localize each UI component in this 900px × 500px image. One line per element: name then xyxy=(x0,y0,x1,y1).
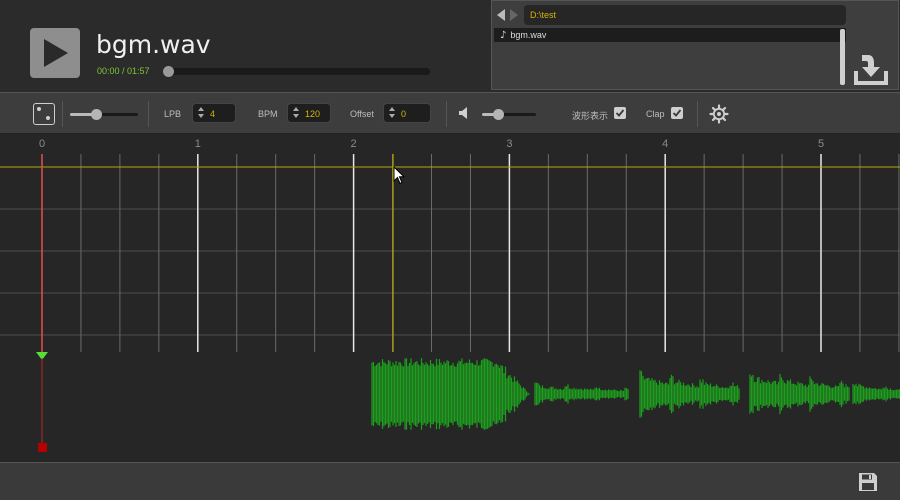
increment-icon[interactable] xyxy=(389,107,395,111)
clap-label: Clap xyxy=(646,109,665,119)
zoom-slider-knob[interactable] xyxy=(91,109,102,120)
bpm-label: BPM xyxy=(258,109,278,119)
decrement-icon[interactable] xyxy=(389,114,395,118)
decrement-icon[interactable] xyxy=(293,114,299,118)
seek-bar[interactable] xyxy=(163,66,430,77)
dice-dot xyxy=(46,116,50,120)
directory-path[interactable]: D:\test xyxy=(524,5,846,25)
play-button[interactable] xyxy=(30,28,80,78)
checkmark-icon xyxy=(615,109,625,117)
import-icon xyxy=(854,55,888,85)
seek-knob[interactable] xyxy=(163,66,174,77)
volume-slider[interactable] xyxy=(482,109,536,120)
file-list-item[interactable]: ♪ bgm.wav xyxy=(494,28,846,42)
lpb-label: LPB xyxy=(164,109,182,119)
beat-number: 2 xyxy=(351,138,357,150)
beat-editor-app: bgm.wav 00:00 / 01:57 D:\test ♪bgm.wav xyxy=(0,0,900,500)
bpm-spinner[interactable]: 120 xyxy=(287,103,331,123)
speaker-icon[interactable] xyxy=(458,106,472,125)
save-button[interactable] xyxy=(858,472,878,492)
decrement-icon[interactable] xyxy=(198,114,204,118)
divider xyxy=(62,101,63,127)
volume-slider-knob[interactable] xyxy=(493,109,504,120)
file-list-scrollbar[interactable] xyxy=(840,29,845,85)
beat-number: 3 xyxy=(506,138,512,150)
offset-spinner[interactable]: 0 xyxy=(383,103,431,123)
lpb-spinner[interactable]: 4 xyxy=(192,103,236,123)
checkmark-icon xyxy=(672,109,682,117)
file-browser: D:\test ♪ bgm.wav xyxy=(491,0,899,90)
mouse-cursor-icon xyxy=(393,166,406,185)
beat-number: 1 xyxy=(195,138,201,150)
increment-icon[interactable] xyxy=(198,107,204,111)
track-filename: bgm.wav xyxy=(96,30,211,59)
settings-gear-icon[interactable] xyxy=(709,104,729,129)
beat-number: 4 xyxy=(662,138,668,150)
music-note-icon: ♪ xyxy=(500,30,507,41)
dice-dot xyxy=(37,107,41,111)
zoom-slider[interactable] xyxy=(70,109,138,120)
clap-checkbox[interactable] xyxy=(671,107,683,119)
play-icon xyxy=(44,39,68,67)
waveform-track[interactable] xyxy=(0,352,900,462)
file-list: ♪ bgm.wav xyxy=(494,28,846,86)
beat-number: 5 xyxy=(818,138,824,150)
load-file-button[interactable] xyxy=(854,51,888,85)
header: bgm.wav 00:00 / 01:57 D:\test ♪ bgm.wav xyxy=(0,0,900,92)
forward-arrow-icon[interactable] xyxy=(510,9,518,21)
offset-label: Offset xyxy=(350,109,374,119)
divider xyxy=(697,101,698,127)
lpb-value: 4 xyxy=(210,109,216,119)
footer-bar xyxy=(0,462,900,500)
divider xyxy=(148,101,149,127)
divider xyxy=(446,101,447,127)
bpm-value: 120 xyxy=(305,109,321,119)
toolbar: LPB 4 BPM 120 Offset 0 波形表示 Clap xyxy=(0,92,900,134)
file-name: bgm.wav xyxy=(510,30,547,40)
increment-icon[interactable] xyxy=(293,107,299,111)
playhead-handle xyxy=(38,443,47,452)
back-arrow-icon[interactable] xyxy=(497,9,505,21)
waveform-checkbox[interactable] xyxy=(614,107,626,119)
time-display: 00:00 / 01:57 xyxy=(97,66,150,76)
dice-icon[interactable] xyxy=(33,103,55,125)
waveform-label: 波形表示 xyxy=(572,111,609,121)
audio-waveform xyxy=(371,358,900,430)
beat-number: 0 xyxy=(39,138,45,150)
floppy-disk-icon xyxy=(859,473,877,491)
offset-value: 0 xyxy=(401,109,407,119)
beat-grid[interactable]: 0 1 2 3 4 5 xyxy=(0,134,900,352)
